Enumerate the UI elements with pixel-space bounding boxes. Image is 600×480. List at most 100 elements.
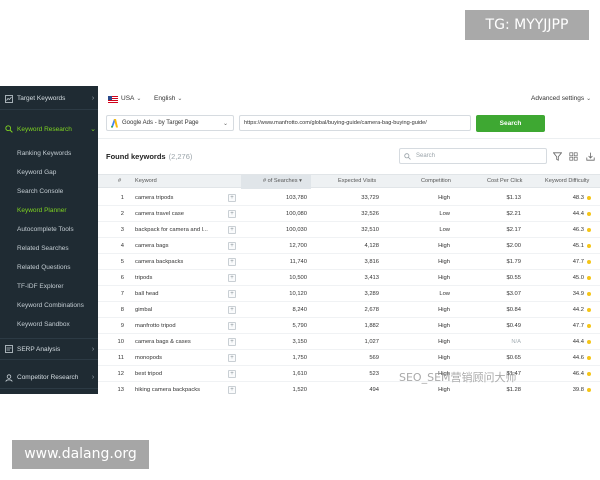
chevron-right-icon: ›	[91, 95, 95, 102]
cell-competition: Low	[439, 227, 450, 233]
cell-keyword-difficulty: 44.4	[572, 339, 584, 345]
results-header: Found keywords (2,276) Search	[98, 142, 600, 170]
sidebar-section-keyword-research[interactable]: Keyword Research ⌄	[0, 118, 98, 140]
cell-keyword-difficulty: 47.7	[572, 259, 584, 265]
search-button[interactable]: Search	[476, 115, 545, 132]
results-search-input[interactable]: Search	[399, 148, 547, 164]
export-icon[interactable]	[585, 151, 595, 161]
add-keyword-button[interactable]: +	[228, 226, 236, 234]
add-keyword-button[interactable]: +	[228, 194, 236, 202]
difficulty-indicator-dot	[587, 260, 591, 264]
cell-keyword: hiking camera backpacks	[135, 387, 201, 393]
chevron-right-icon: ›	[91, 345, 95, 353]
cell-cpc: $3.07	[506, 291, 521, 297]
sidebar: Target Keywords › Keyword Research ⌄ Ran…	[0, 86, 98, 394]
sidebar-section-label: SERP Analysis	[17, 345, 61, 353]
cell-visits: 494	[369, 387, 379, 393]
sidebar-item-keyword-planner[interactable]: Keyword Planner	[0, 201, 98, 220]
table-row[interactable]: 2 camera travel case 100,080 32,526 Low $2.21…	[98, 206, 600, 222]
sidebar-item-ranking-keywords[interactable]: Ranking Keywords	[0, 144, 98, 163]
add-keyword-button[interactable]: +	[228, 290, 236, 298]
add-keyword-button[interactable]: +	[228, 322, 236, 330]
cell-keyword-difficulty: 47.7	[572, 323, 584, 329]
cell-cpc: $0.65	[506, 355, 521, 361]
cell-searches: 8,240	[292, 307, 307, 313]
add-keyword-button[interactable]: +	[228, 274, 236, 282]
add-keyword-button[interactable]: +	[228, 306, 236, 314]
add-keyword-button[interactable]: +	[228, 354, 236, 362]
add-keyword-button[interactable]: +	[228, 242, 236, 250]
column-header-keyword[interactable]: Keyword	[135, 175, 157, 189]
sidebar-item-keyword-sandbox[interactable]: Keyword Sandbox	[0, 315, 98, 334]
cell-keyword: camera bags	[135, 243, 169, 249]
table-row[interactable]: 8 gimbal 8,240 2,678 High $0.84 44.2 +	[98, 302, 600, 318]
table-row[interactable]: 3 backpack for camera and l... 100,030 32,5…	[98, 222, 600, 238]
sidebar-section-competitor-research[interactable]: Competitor Research ›	[0, 367, 98, 389]
cell-competition: High	[438, 339, 450, 345]
site-url-label: www.dalang.org	[12, 440, 149, 469]
cell-searches: 1,750	[292, 355, 307, 361]
sidebar-item-related-searches[interactable]: Related Searches	[0, 239, 98, 258]
grid-view-icon[interactable]	[568, 151, 578, 161]
chevron-down-icon: ⌄	[586, 96, 592, 102]
cell-searches: 11,740	[289, 259, 307, 265]
table-row[interactable]: 9 manfrotto tripod 5,790 1,882 High $0.49 47.7…	[98, 318, 600, 334]
filter-icon[interactable]	[552, 151, 562, 161]
add-keyword-button[interactable]: +	[228, 386, 236, 394]
column-header-number[interactable]: #	[118, 175, 121, 189]
add-keyword-button[interactable]: +	[228, 258, 236, 266]
sidebar-item-search-console[interactable]: Search Console	[0, 182, 98, 201]
cell-visits: 1,027	[364, 339, 379, 345]
column-header-keyword-difficulty[interactable]: Keyword Difficulty	[545, 175, 589, 189]
search-placeholder: Search	[416, 153, 436, 159]
cell-searches: 5,790	[292, 323, 307, 329]
search-icon	[404, 152, 411, 160]
table-row[interactable]: 13 hiking camera backpacks 1,520 494 High $1.…	[98, 382, 600, 394]
country-select[interactable]: USA ⌄	[121, 95, 141, 102]
sidebar-item-autocomplete-tools[interactable]: Autocomplete Tools	[0, 220, 98, 239]
table-row[interactable]: 12 best tripod 1,610 523 High $1.47 46.4 +	[98, 366, 600, 382]
screenshot-root: TG: MYYJJPP Target Keywords › Keyword Re…	[0, 0, 600, 480]
add-keyword-button[interactable]: +	[228, 370, 236, 378]
table-row[interactable]: 10 camera bags & cases 3,150 1,027 High N/A 44…	[98, 334, 600, 350]
sidebar-item-keyword-gap[interactable]: Keyword Gap	[0, 163, 98, 182]
cell-number: 13	[117, 387, 124, 393]
table-row[interactable]: 11 monopods 1,750 569 High $0.65 44.6 +	[98, 350, 600, 366]
cell-keyword-difficulty: 44.2	[572, 307, 584, 313]
country-label: USA	[121, 95, 135, 102]
cell-keyword: camera backpacks	[135, 259, 184, 265]
add-keyword-button[interactable]: +	[228, 210, 236, 218]
column-header-searches[interactable]: # of Searches ▾	[241, 175, 311, 189]
difficulty-indicator-dot	[587, 212, 591, 216]
sidebar-section-target-keywords[interactable]: Target Keywords ›	[0, 88, 98, 110]
language-select[interactable]: English ⌄	[154, 95, 182, 102]
sidebar-item-keyword-combinations[interactable]: Keyword Combinations	[0, 296, 98, 315]
target-url-input[interactable]	[239, 115, 471, 131]
cell-competition: Low	[439, 211, 450, 217]
cell-keyword-difficulty: 46.3	[572, 227, 584, 233]
target-keywords-icon	[4, 94, 13, 103]
add-keyword-button[interactable]: +	[228, 338, 236, 346]
column-header-competition[interactable]: Competition	[421, 175, 451, 189]
chevron-down-icon: ⌄	[90, 126, 96, 133]
source-select[interactable]: Google Ads - by Target Page ⌄	[106, 115, 234, 131]
results-title: Found keywords (2,276)	[106, 152, 192, 161]
table-row[interactable]: 7 ball head 10,120 3,289 Low $3.07 34.9 +	[98, 286, 600, 302]
table-row[interactable]: 1 camera tripods 103,780 33,729 High $1.13 48.…	[98, 190, 600, 206]
sidebar-item-related-questions[interactable]: Related Questions	[0, 258, 98, 277]
sidebar-section-serp-analysis[interactable]: SERP Analysis ›	[0, 338, 98, 360]
cell-searches: 100,030	[286, 227, 307, 233]
table-row[interactable]: 4 camera bags 12,700 4,128 High $2.00 45.1 +	[98, 238, 600, 254]
table-row[interactable]: 5 camera backpacks 11,740 3,816 High $1.79 47.…	[98, 254, 600, 270]
cell-keyword: ball head	[135, 291, 159, 297]
sidebar-item-tf-idf-explorer[interactable]: TF-IDF Explorer	[0, 277, 98, 296]
table-row[interactable]: 6 tripods 10,500 3,413 High $0.55 45.0 +	[98, 270, 600, 286]
cell-competition: High	[438, 323, 450, 329]
cell-number: 12	[117, 371, 124, 377]
column-header-visits[interactable]: Expected Visits	[338, 175, 376, 189]
column-header-cpc[interactable]: Cost Per Click	[487, 175, 522, 189]
chevron-down-icon: ⌄	[177, 96, 183, 102]
cell-cpc: $2.21	[506, 211, 521, 217]
advanced-settings-dropdown[interactable]: Advanced settings ⌄	[531, 95, 591, 102]
cell-number: 4	[120, 243, 124, 249]
